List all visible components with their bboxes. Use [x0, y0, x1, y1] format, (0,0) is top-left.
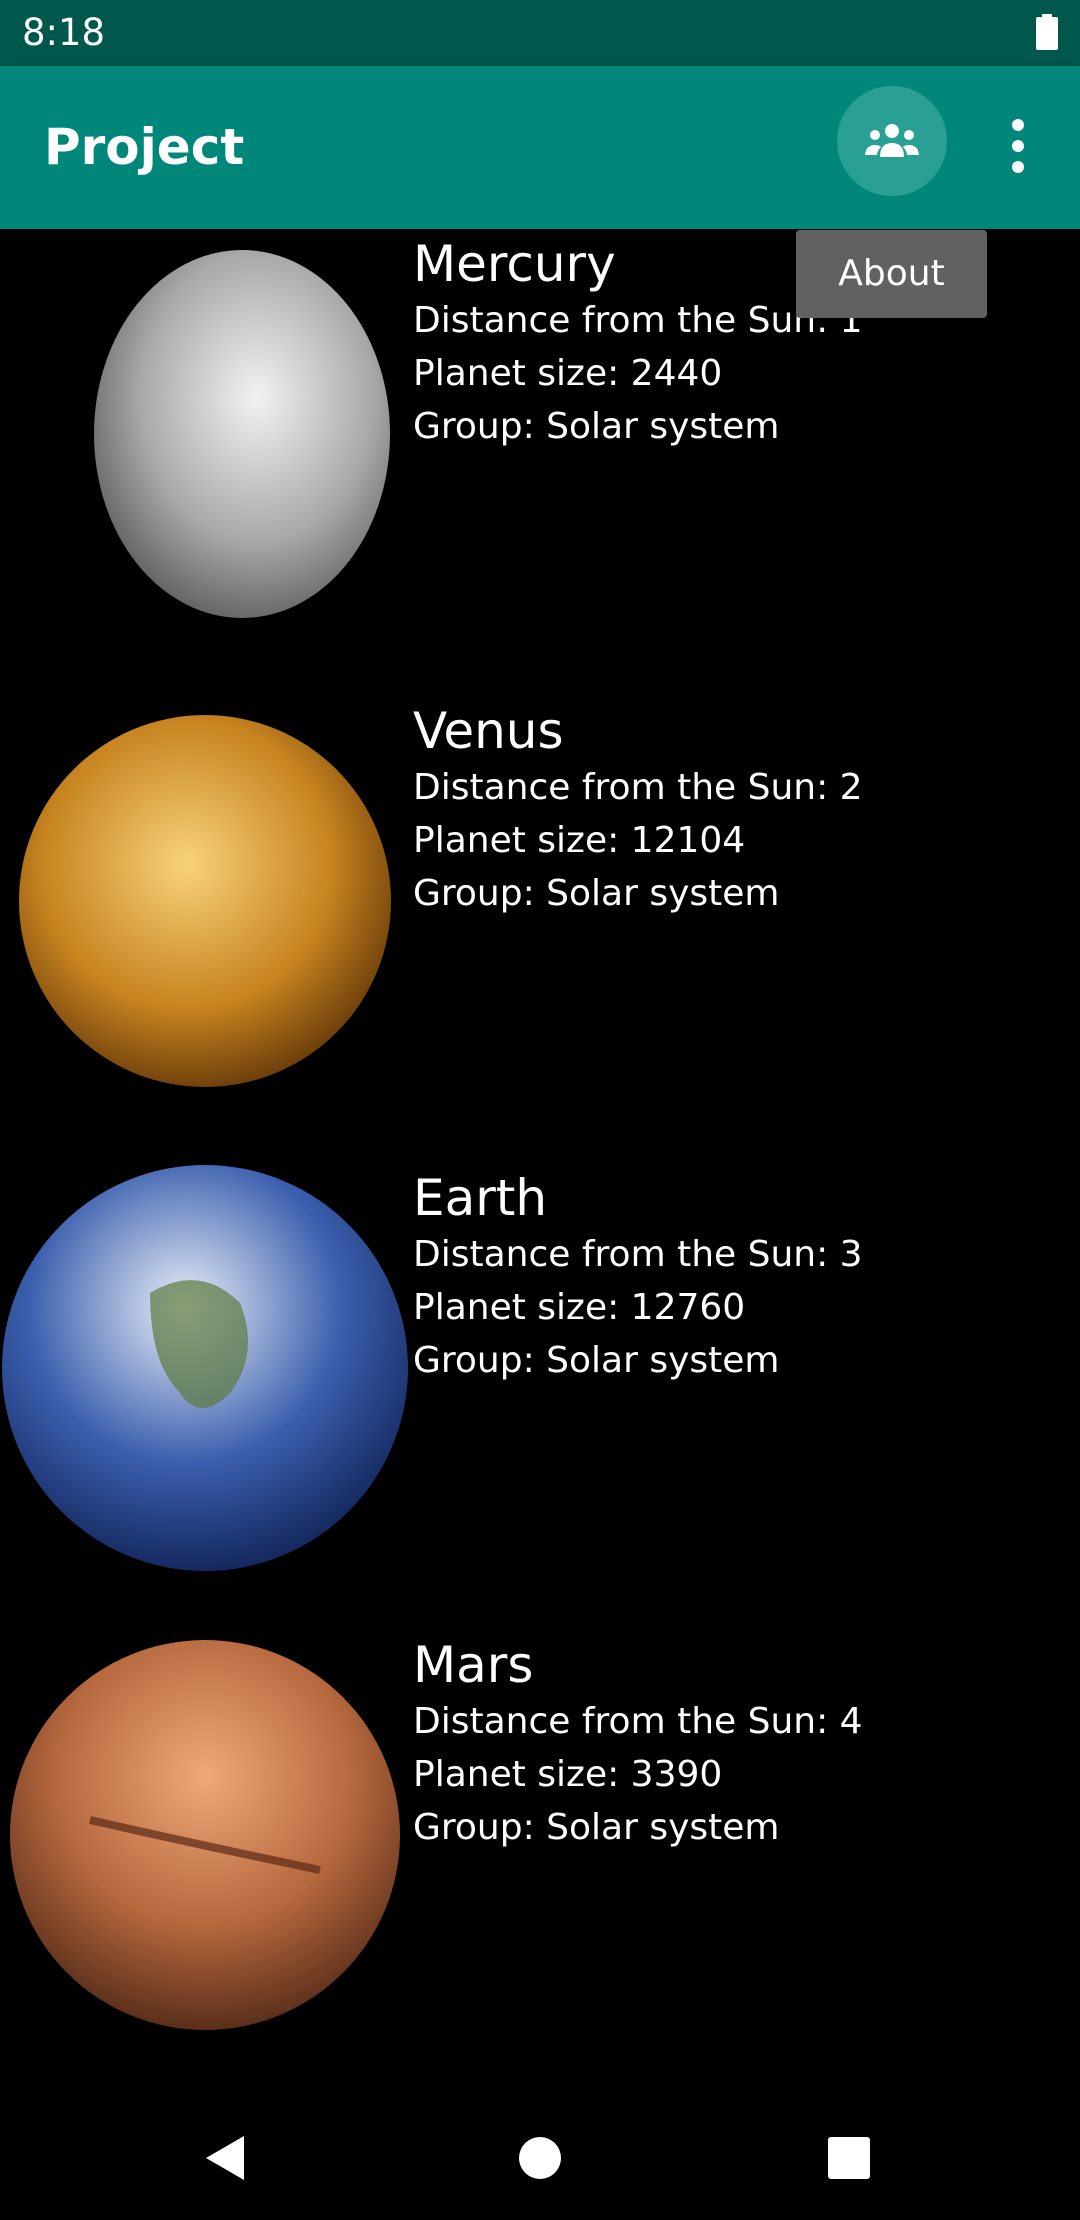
planet-group: Group: Solar system	[413, 1340, 780, 1381]
planet-name: Mars	[413, 1636, 534, 1694]
planet-info: Earth Distance from the Sun: 3 Planet si…	[413, 1163, 863, 1387]
planet-info: Venus Distance from the Sun: 2 Planet si…	[413, 696, 863, 920]
planet-info: Mars Distance from the Sun: 4 Planet siz…	[413, 1630, 863, 1854]
planet-list[interactable]: Mercury Distance from the Sun: 1 Planet …	[0, 229, 1080, 2097]
page-title: Project	[44, 118, 245, 176]
battery-full-icon	[1036, 14, 1058, 50]
planet-size: Planet size: 12760	[413, 1287, 746, 1328]
planet-distance: Distance from the Sun: 2	[413, 767, 863, 808]
planet-group: Group: Solar system	[413, 1807, 780, 1848]
list-item-mars[interactable]: Mars Distance from the Sun: 4 Planet siz…	[0, 1630, 1080, 2097]
app-bar: Project	[0, 66, 1080, 229]
home-icon[interactable]	[507, 2125, 573, 2191]
group-icon	[865, 124, 919, 157]
status-bar: 8:18	[0, 0, 1080, 66]
planet-distance: Distance from the Sun: 3	[413, 1234, 863, 1275]
planet-distance: Distance from the Sun: 4	[413, 1701, 863, 1742]
more-vert-icon[interactable]	[988, 116, 1048, 176]
recents-icon[interactable]	[816, 2125, 882, 2191]
mars-image	[10, 1640, 400, 2030]
list-item-venus[interactable]: Venus Distance from the Sun: 2 Planet si…	[0, 696, 1080, 1163]
planet-name: Earth	[413, 1169, 548, 1227]
planet-group: Group: Solar system	[413, 873, 780, 914]
planet-size: Planet size: 12104	[413, 820, 746, 861]
about-action-button[interactable]	[837, 86, 947, 196]
planet-size: Planet size: 2440	[413, 353, 723, 394]
planet-size: Planet size: 3390	[413, 1754, 723, 1795]
list-item-earth[interactable]: Earth Distance from the Sun: 3 Planet si…	[0, 1163, 1080, 1630]
status-time: 8:18	[22, 11, 106, 54]
about-tooltip: About	[796, 230, 987, 318]
earth-image	[2, 1165, 408, 1571]
venus-image	[19, 715, 391, 1087]
navigation-bar	[0, 2097, 1080, 2220]
planet-group: Group: Solar system	[413, 406, 780, 447]
back-icon[interactable]	[192, 2125, 258, 2191]
mercury-image	[94, 250, 390, 618]
planet-name: Venus	[413, 702, 564, 760]
